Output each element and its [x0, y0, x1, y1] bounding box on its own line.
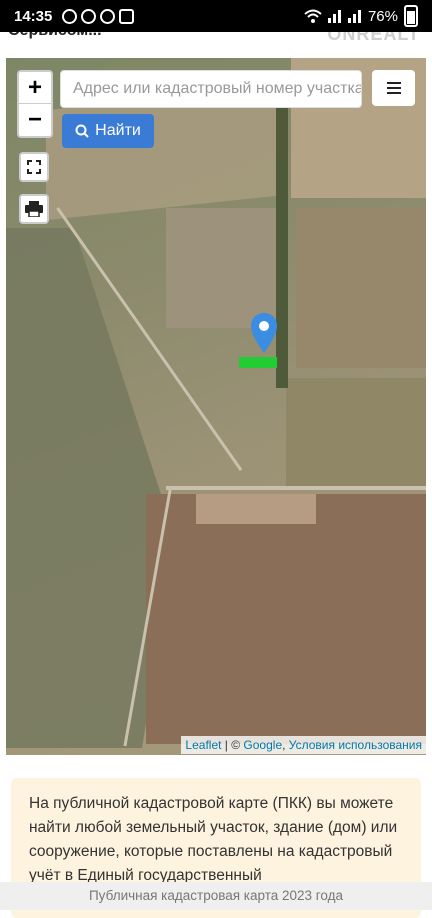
notification-icons: [62, 8, 135, 24]
zoom-control: + −: [17, 70, 53, 138]
zoom-in-button[interactable]: +: [19, 72, 51, 104]
map-tree-line: [276, 88, 288, 388]
fullscreen-button[interactable]: [19, 152, 49, 182]
map-field: [146, 494, 426, 744]
zoom-out-button[interactable]: −: [19, 104, 51, 136]
signal-icon: [347, 10, 361, 23]
map-view[interactable]: [6, 58, 426, 755]
search-input[interactable]: Адрес или кадастровый номер участка: [60, 70, 362, 108]
viber-icon: [81, 8, 97, 24]
map-attribution: Leaflet | © Google, Условия использовани…: [181, 736, 426, 754]
map-marker-icon[interactable]: [251, 313, 277, 353]
attribution-separator: | ©: [221, 738, 244, 752]
map-field: [196, 494, 316, 524]
page-header: Сервисом... ONREALT: [0, 32, 432, 56]
land-plot-highlight[interactable]: [239, 357, 277, 368]
print-button[interactable]: [19, 194, 49, 224]
menu-button[interactable]: [372, 70, 415, 106]
terms-link[interactable]: Условия использования: [289, 738, 422, 752]
map-field: [296, 208, 426, 368]
whatsapp-icon: [100, 8, 116, 24]
fullscreen-icon: [27, 160, 41, 174]
map-road: [166, 486, 426, 490]
header-cut-text: Сервисом...: [8, 32, 102, 40]
status-bar: 14:35 76%: [0, 0, 432, 32]
info-text: На публичной кадастровой карте (ПКК) вы …: [29, 795, 398, 884]
status-time: 14:35: [14, 7, 53, 25]
signal-icon: [327, 10, 341, 23]
search-icon: [75, 124, 89, 138]
wifi-icon: [304, 9, 322, 23]
google-link[interactable]: Google: [243, 738, 282, 752]
message-icon: [62, 8, 78, 24]
find-button[interactable]: Найти: [62, 114, 154, 148]
attribution-comma: ,: [282, 738, 289, 752]
gallery-icon: [119, 8, 135, 24]
status-right: 76%: [304, 5, 418, 27]
battery-icon: [404, 5, 418, 27]
map-field: [166, 208, 286, 328]
print-icon: [25, 201, 43, 217]
bottom-title-bar: Публичная кадастровая карта 2023 года: [0, 882, 432, 910]
site-logo: ONREALT: [327, 32, 420, 44]
battery-percent: 76%: [367, 7, 398, 25]
find-button-label: Найти: [95, 122, 141, 139]
map-field: [286, 378, 426, 488]
leaflet-link[interactable]: Leaflet: [185, 738, 221, 752]
menu-icon: [386, 82, 401, 94]
